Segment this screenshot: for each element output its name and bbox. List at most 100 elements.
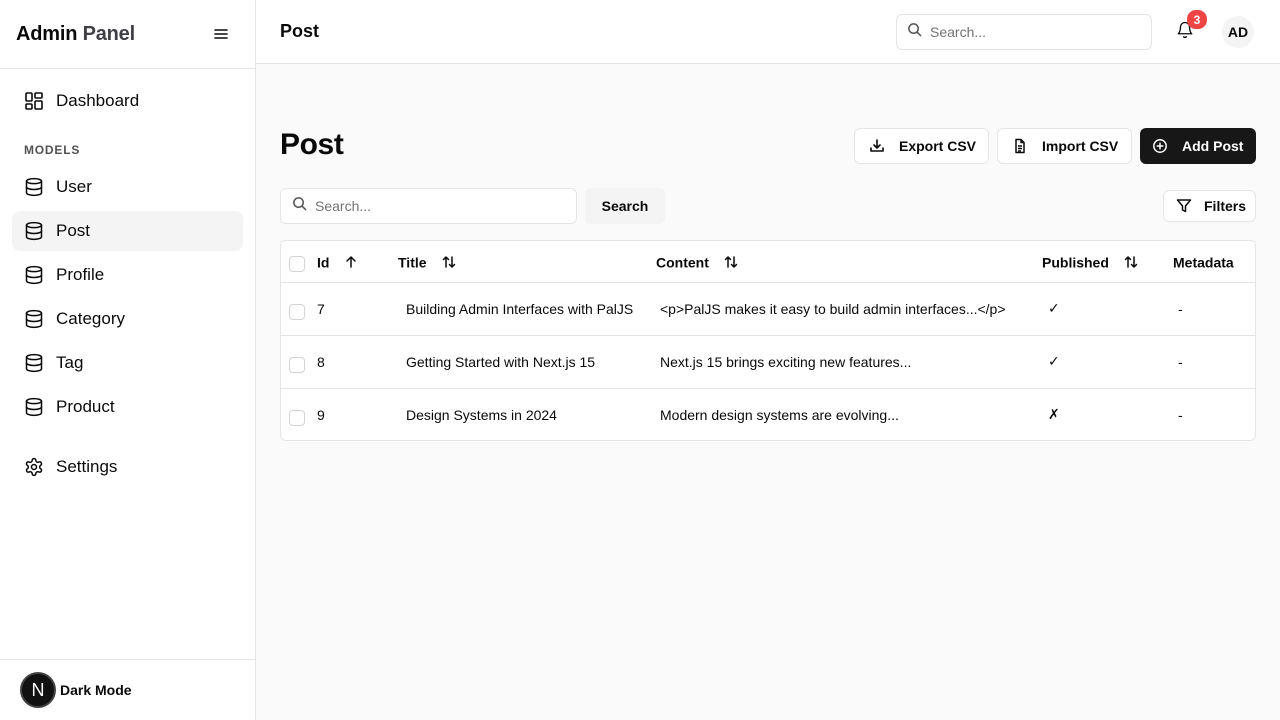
app-title: Admin Panel — [16, 23, 135, 46]
add-post-button[interactable]: Add Post — [1140, 128, 1256, 164]
cell-title: Getting Started with Next.js 15 — [394, 335, 652, 389]
cell-metadata: - — [1169, 335, 1255, 389]
add-post-label: Add Post — [1182, 138, 1244, 154]
cell-metadata: - — [1169, 282, 1255, 336]
app-title-main: Admin — [16, 22, 83, 45]
dashboard-icon — [24, 91, 44, 111]
cell-content: <p>PalJS makes it easy to build admin in… — [652, 282, 1038, 336]
select-all-cell — [281, 241, 313, 283]
sidebar-item-dashboard[interactable]: Dashboard — [12, 81, 243, 121]
sidebar-item-settings[interactable]: Settings — [12, 447, 243, 487]
row-select-cell — [281, 388, 313, 440]
sidebar-item-product[interactable]: Product — [12, 387, 243, 427]
sidebar-item-label: Category — [56, 309, 125, 328]
table-row[interactable]: 8 Getting Started with Next.js 15 Next.js … — [281, 335, 1255, 389]
filters-button[interactable]: Filters — [1163, 190, 1256, 222]
page-title-header: Post — [280, 21, 320, 41]
gear-icon — [24, 457, 44, 477]
column-label: Title — [398, 253, 427, 270]
sort-ascending-icon[interactable] — [343, 254, 359, 270]
cell-published: ✓ — [1038, 335, 1169, 389]
sidebar-item-profile[interactable]: Profile — [12, 255, 243, 295]
notification-badge: 3 — [1187, 10, 1207, 29]
column-label: Metadata — [1173, 253, 1234, 270]
global-search — [896, 14, 1152, 50]
database-icon — [24, 177, 44, 197]
section-label-models: MODELS — [24, 143, 81, 157]
sort-icon[interactable] — [723, 254, 739, 270]
search-button[interactable]: Search — [585, 188, 665, 224]
sidebar-nav: Dashboard MODELS User Post Profile Category… — [0, 69, 255, 503]
sidebar-item-label: Settings — [56, 457, 118, 476]
sidebar-item-user[interactable]: User — [12, 167, 243, 207]
cell-metadata: - — [1178, 406, 1183, 423]
sort-icon[interactable] — [1123, 254, 1139, 270]
cell-title: Design Systems in 2024 — [406, 406, 557, 423]
select-all-checkbox[interactable] — [289, 256, 305, 273]
cell-published: ✓ — [1038, 282, 1169, 336]
sidebar-item-category[interactable]: Category — [12, 299, 243, 339]
row-select-cell — [281, 282, 313, 336]
sidebar-item-label: Product — [56, 397, 115, 416]
cell-published: ✗ — [1048, 406, 1060, 423]
topbar: Post 3 AD — [256, 0, 1280, 64]
sidebar-item-label: Dashboard — [56, 91, 140, 110]
posts-table: Id Title Content Published Metadata 7 Bui… — [280, 240, 1256, 441]
row-checkbox[interactable] — [289, 356, 305, 373]
table-header-row: Id Title Content Published Metadata — [281, 241, 1255, 283]
plus-circle-icon — [1152, 138, 1168, 154]
menu-icon[interactable] — [211, 24, 231, 44]
sidebar-item-label: Profile — [56, 265, 105, 284]
column-header-id[interactable]: Id — [313, 241, 394, 283]
app-title-accent: Panel — [82, 22, 136, 45]
table-search — [280, 188, 577, 224]
sidebar-item-label: Post — [56, 221, 91, 240]
export-csv-button[interactable]: Export CSV — [854, 128, 989, 164]
sidebar-item-post[interactable]: Post — [12, 211, 243, 251]
sidebar: Admin Panel Dashboard MODELS User Post Pro… — [0, 0, 256, 720]
column-header-metadata: Metadata — [1169, 241, 1255, 283]
cell-id: 7 — [313, 282, 394, 336]
column-label: Content — [656, 253, 709, 270]
avatar[interactable]: AD — [1222, 16, 1254, 48]
table-row[interactable]: 9 Design Systems in 2024 Modern design sys… — [281, 388, 1255, 440]
column-header-published[interactable]: Published — [1038, 241, 1169, 283]
database-icon — [24, 309, 44, 329]
sidebar-footer: N Dark Mode — [0, 659, 255, 720]
row-select-cell — [281, 335, 313, 389]
next-logo-badge[interactable]: N — [20, 672, 56, 708]
file-icon — [1012, 138, 1028, 154]
cell-content: Modern design systems are evolving... — [660, 406, 899, 423]
sidebar-item-tag[interactable]: Tag — [12, 343, 243, 383]
row-checkbox[interactable] — [289, 409, 305, 426]
import-csv-button[interactable]: Import CSV — [997, 128, 1132, 164]
download-icon — [869, 138, 885, 154]
column-header-title[interactable]: Title — [394, 241, 652, 283]
sidebar-header: Admin Panel — [0, 0, 255, 69]
database-icon — [24, 265, 44, 285]
database-icon — [24, 397, 44, 417]
row-checkbox[interactable] — [289, 303, 305, 320]
export-csv-label: Export CSV — [899, 138, 977, 154]
filter-icon — [1176, 198, 1192, 214]
search-icon — [907, 22, 922, 42]
column-header-content[interactable]: Content — [652, 241, 1038, 283]
sidebar-item-label: Tag — [56, 353, 84, 372]
cell-title: Building Admin Interfaces with PalJS — [394, 282, 652, 336]
column-label: Published — [1042, 253, 1109, 270]
models-list: User Post Profile Category Tag Product — [12, 167, 243, 427]
sort-icon[interactable] — [441, 254, 457, 270]
search-icon — [292, 196, 307, 216]
database-icon — [24, 353, 44, 373]
cell-id: 9 — [317, 406, 325, 423]
page-title: Post — [280, 128, 344, 161]
filters-label: Filters — [1204, 198, 1247, 214]
table-search-input[interactable] — [315, 198, 515, 214]
database-icon — [24, 221, 44, 241]
cell-id: 8 — [313, 335, 394, 389]
table-body: 7 Building Admin Interfaces with PalJS <p>… — [281, 282, 1255, 440]
table-row[interactable]: 7 Building Admin Interfaces with PalJS <p>… — [281, 282, 1255, 336]
global-search-input[interactable] — [930, 24, 1130, 40]
sidebar-item-label: User — [56, 177, 92, 196]
dark-mode-toggle[interactable]: Dark Mode — [60, 682, 132, 698]
